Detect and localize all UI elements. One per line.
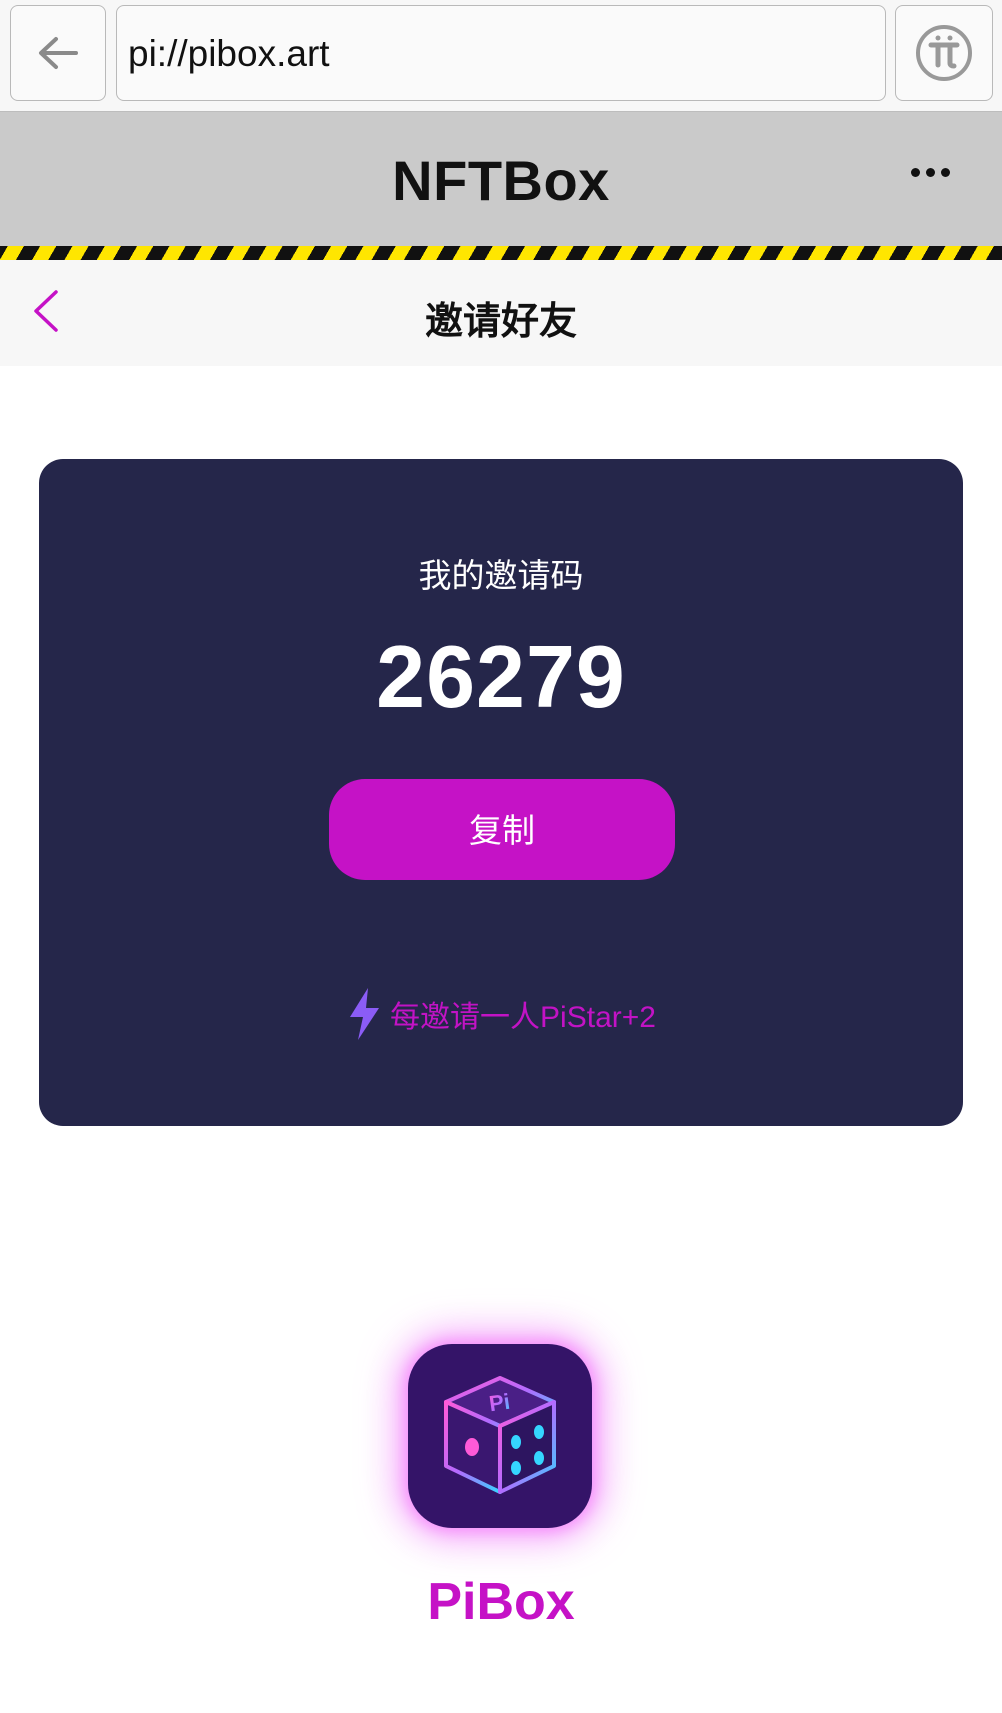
reward-text: 每邀请一人PiStar+2: [390, 1001, 656, 1034]
invite-code-value: 26279: [376, 627, 626, 726]
pi-network-icon: [916, 25, 972, 81]
lightning-icon: [350, 988, 380, 1040]
svg-text:Pi: Pi: [487, 1389, 511, 1417]
app-title: NFTBox: [392, 149, 610, 212]
browser-back-button[interactable]: [10, 5, 106, 101]
page-navbar: 邀请好友: [0, 260, 1002, 366]
dice-logo-icon: Pi: [444, 1376, 556, 1494]
page-title: 邀请好友: [424, 301, 577, 343]
url-field[interactable]: pi://pibox.art: [116, 5, 886, 101]
more-menu-button[interactable]: [911, 168, 950, 177]
brand-name: PiBox: [427, 1573, 575, 1631]
arrow-left-icon: [39, 37, 78, 69]
app-header: NFTBox: [0, 112, 1002, 246]
reward-info: 每邀请一人PiStar+2: [39, 986, 963, 1042]
pi-browser-button[interactable]: [895, 5, 993, 101]
browser-toolbar: pi://pibox.art: [0, 0, 1002, 112]
hazard-stripe-divider: [0, 246, 1002, 260]
more-icon: [911, 168, 920, 177]
invite-code-card: 我的邀请码 26279 复制 每邀请一人PiStar+2: [39, 459, 963, 1126]
invite-code-label: 我的邀请码: [418, 557, 584, 594]
pibox-logo: Pi: [408, 1344, 592, 1528]
copy-button[interactable]: 复制: [329, 779, 675, 880]
